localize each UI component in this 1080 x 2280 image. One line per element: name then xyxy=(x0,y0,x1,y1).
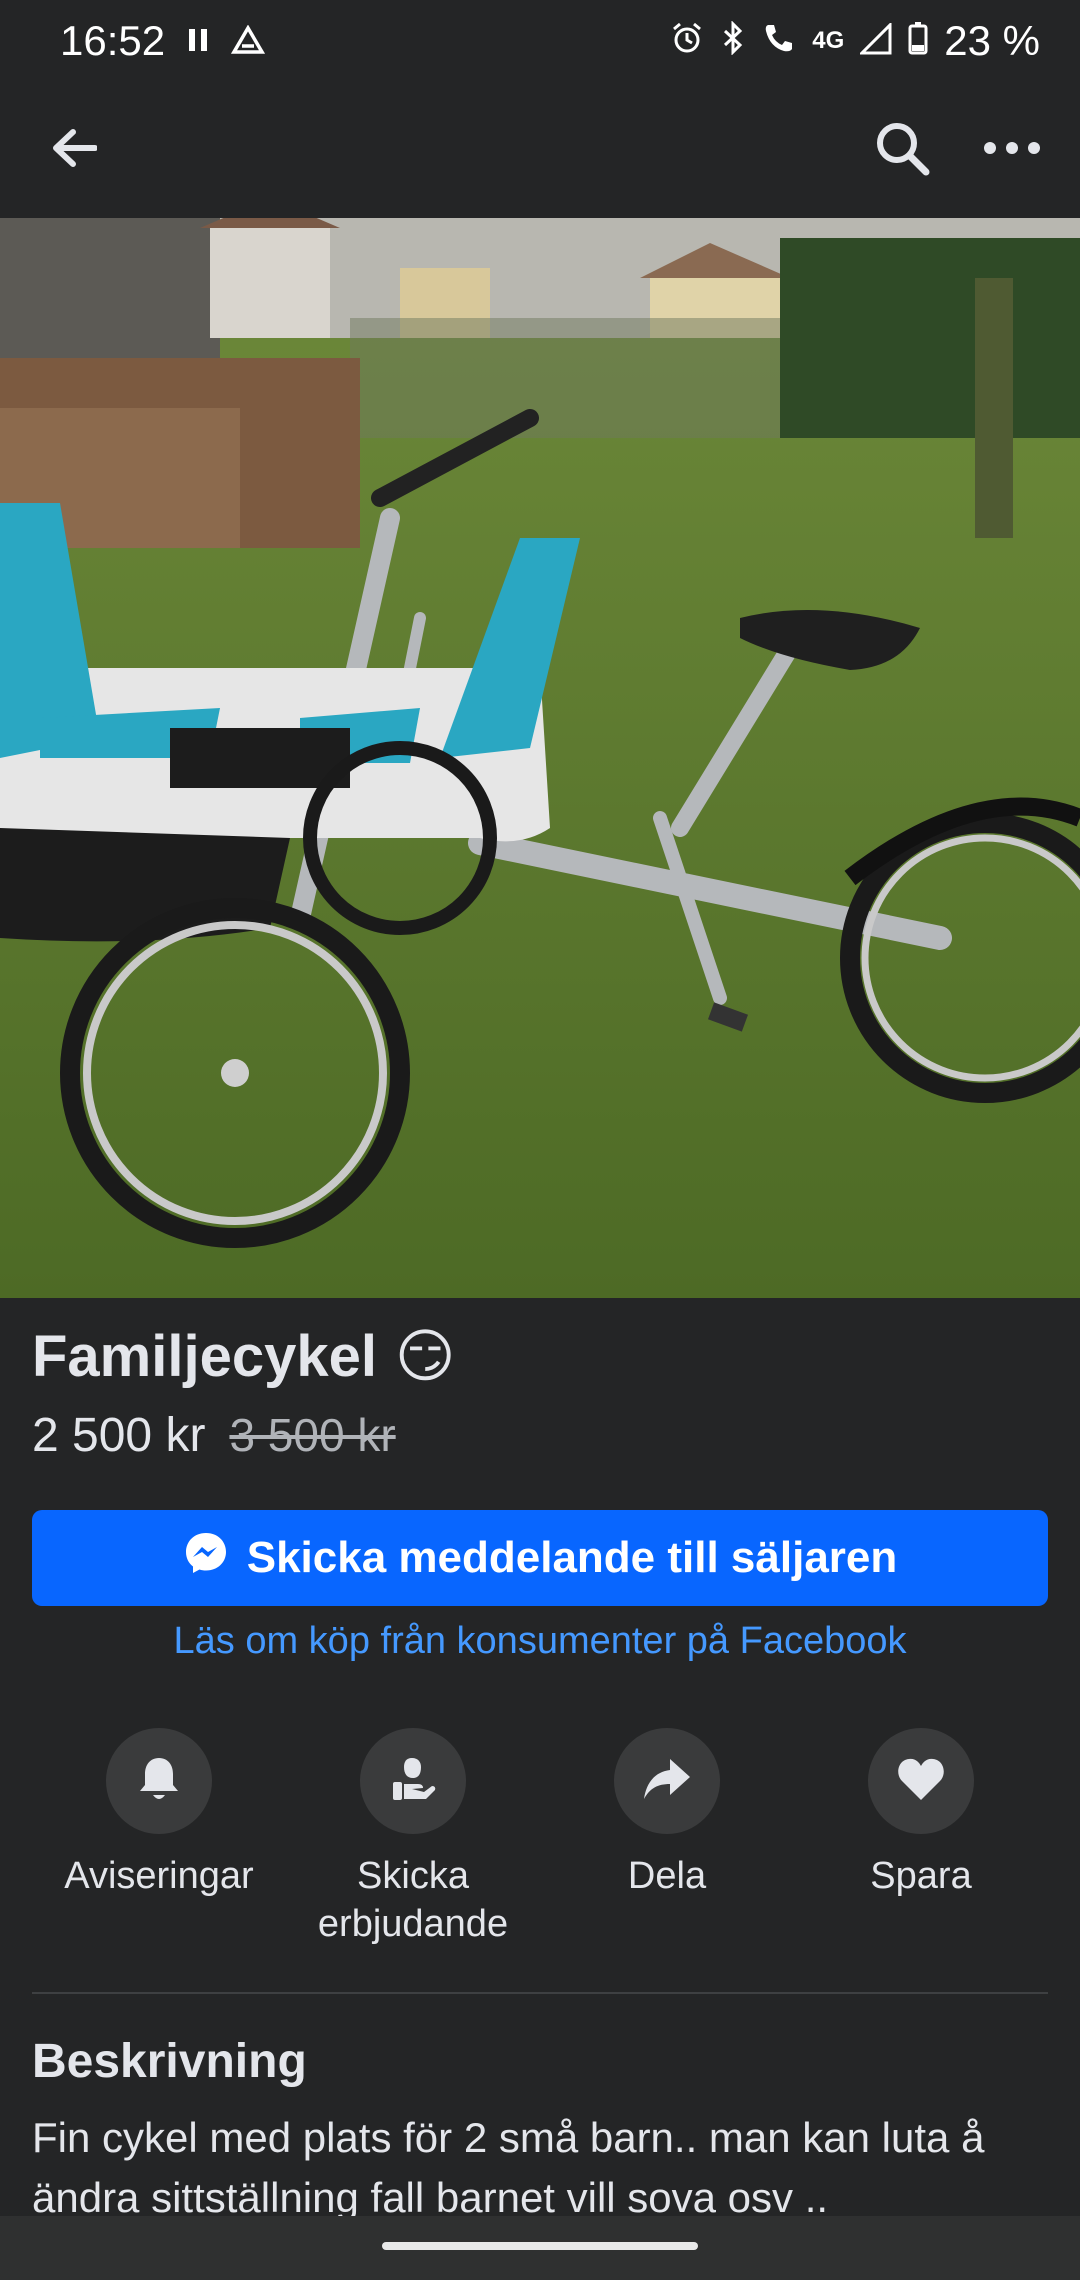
status-left: 16:52 xyxy=(60,17,266,65)
action-circle xyxy=(614,1728,720,1834)
heart-icon xyxy=(896,1756,946,1807)
arrow-left-icon xyxy=(51,128,98,173)
listing-title: Familjecykel 😏 xyxy=(32,1322,455,1390)
message-seller-button[interactable]: Skicka meddelande till säljaren xyxy=(32,1510,1048,1606)
wifi-call-icon xyxy=(762,17,796,65)
message-seller-label: Skicka meddelande till säljaren xyxy=(246,1533,898,1582)
status-time: 16:52 xyxy=(60,17,166,64)
status-bar: 16:52 4G 23 % xyxy=(0,0,1080,82)
signal-icon xyxy=(858,17,892,65)
action-row: Aviseringar Skicka erbjudande Dela Spara xyxy=(32,1728,1048,1948)
offer-hand-icon xyxy=(388,1754,438,1809)
bike-photo-illustration xyxy=(0,218,1080,1298)
action-circle xyxy=(868,1728,974,1834)
original-price: 3 500 kr xyxy=(229,1409,396,1461)
action-circle xyxy=(360,1728,466,1834)
top-app-bar xyxy=(0,82,1080,218)
action-label: Spara xyxy=(870,1855,972,1897)
listing-price: 2 500 kr xyxy=(32,1409,206,1462)
listing-title-text: Familjecykel xyxy=(32,1323,377,1389)
action-label: Aviseringar xyxy=(64,1855,254,1897)
send-offer-action[interactable]: Skicka erbjudande xyxy=(286,1728,540,1948)
action-label: Dela xyxy=(627,1855,707,1897)
status-right: 4G 23 % xyxy=(670,17,1040,65)
action-label: Skicka erbjudande xyxy=(317,1855,509,1945)
description-text: Fin cykel med plats för 2 små barn.. man… xyxy=(32,2114,985,2216)
search-icon xyxy=(874,120,930,181)
bell-icon xyxy=(136,1754,182,1809)
listing-photo[interactable] xyxy=(0,218,1080,1298)
battery-icon xyxy=(908,17,928,65)
pause-icon xyxy=(187,20,209,62)
network-type: 4G xyxy=(812,27,845,54)
search-button[interactable] xyxy=(862,110,942,190)
description-heading: Beskrivning xyxy=(32,2035,307,2088)
price-row: 2 500 kr 3 500 kr xyxy=(32,1408,396,1463)
gesture-handle[interactable] xyxy=(382,2242,698,2250)
more-horizontal-icon xyxy=(983,141,1041,160)
action-circle xyxy=(106,1728,212,1834)
notifications-action[interactable]: Aviseringar xyxy=(32,1728,286,1948)
more-button[interactable] xyxy=(972,110,1052,190)
section-divider xyxy=(32,1992,1048,1994)
drive-icon xyxy=(231,17,266,65)
share-action[interactable]: Dela xyxy=(540,1728,794,1948)
alarm-icon xyxy=(670,17,704,65)
share-arrow-icon xyxy=(642,1757,692,1806)
bluetooth-icon xyxy=(720,17,746,65)
top-actions xyxy=(862,110,1052,190)
messenger-icon xyxy=(183,1530,229,1587)
battery-percent: 23 % xyxy=(944,17,1040,64)
save-action[interactable]: Spara xyxy=(794,1728,1048,1948)
back-button[interactable] xyxy=(34,110,114,190)
system-nav-bar xyxy=(0,2216,1080,2280)
smirk-emoji-icon: 😏 xyxy=(395,1324,456,1389)
consumer-purchase-link[interactable]: Läs om köp från konsumenter på Facebook xyxy=(0,1620,1080,1663)
